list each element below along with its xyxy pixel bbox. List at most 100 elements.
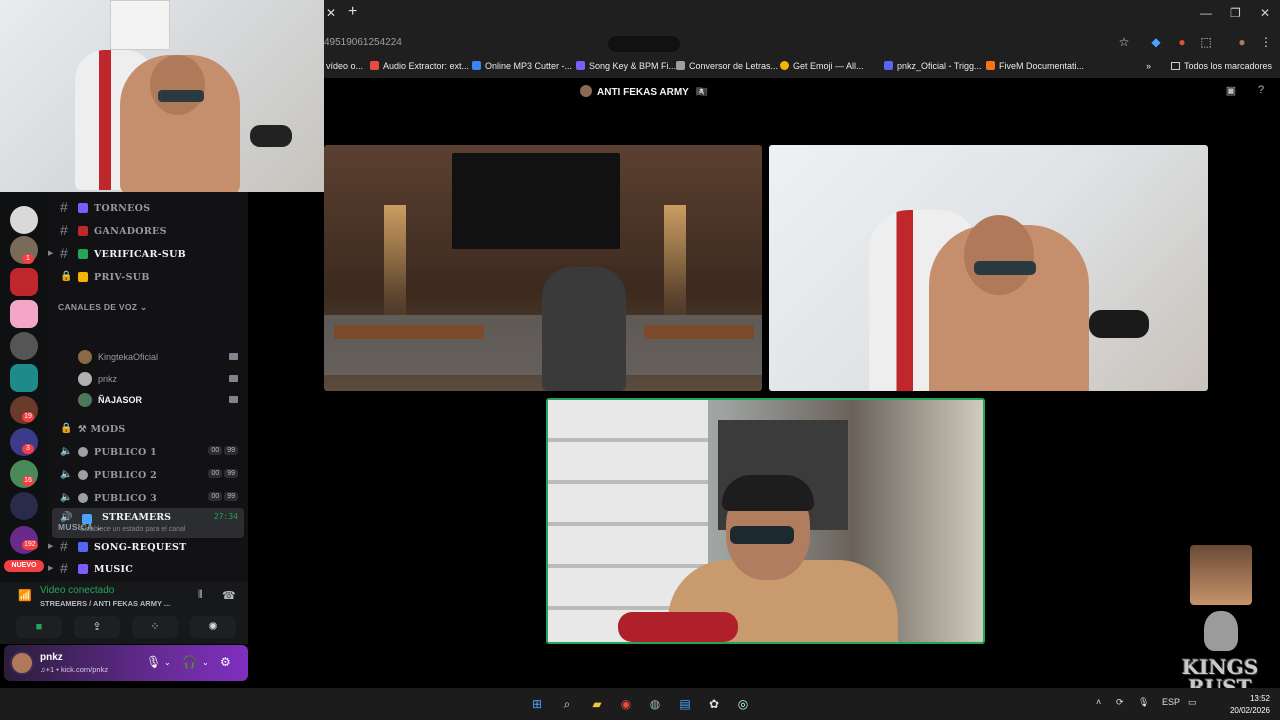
glasses-image [974, 261, 1036, 275]
new-tab-icon[interactable]: + [348, 3, 357, 21]
chevron-down-icon[interactable]: ⌄ [202, 658, 209, 667]
channel-ganadores[interactable]: # GANADORES [56, 221, 244, 241]
network-icon[interactable]: ▭ [1188, 697, 1197, 708]
bookmark-item[interactable]: pnkz_Oficial - Trigg... [884, 61, 982, 71]
chair-image [542, 267, 626, 391]
bookmark-item[interactable]: Online MP3 Cutter -... [472, 61, 572, 71]
video-tile-kingteka[interactable] [324, 145, 762, 391]
voice-channel-publico-1[interactable]: 🔈 PUBLICO 1 00 99 [56, 442, 244, 462]
notification-badge: 1 [22, 254, 34, 264]
bookmark-item[interactable]: vídeo o... [326, 61, 363, 71]
screen-share-button[interactable]: ⇪ [74, 616, 120, 638]
avatar[interactable] [10, 651, 34, 675]
channel-priv-sub[interactable]: 🔒 PRIV-SUB [56, 267, 244, 287]
tray-app-icon[interactable]: ⟳ [1116, 697, 1124, 708]
help-icon[interactable]: ? [1254, 84, 1268, 98]
microphone-image [1089, 310, 1149, 338]
voice-member[interactable]: pnkz [78, 371, 244, 389]
language-indicator[interactable]: ESP [1162, 697, 1180, 707]
minimize-icon[interactable]: — [1200, 6, 1212, 20]
bookmark-item[interactable]: FiveM Documentati... [986, 61, 1084, 71]
category-musica[interactable]: MUSICA ⌄ [58, 522, 103, 533]
extensions-puzzle-icon[interactable]: ⬚ [1198, 34, 1214, 50]
tray-mic-icon[interactable]: 🎙 [1138, 697, 1149, 708]
server-icon[interactable] [10, 300, 38, 328]
tray-overflow-icon[interactable]: ˄ [1096, 697, 1101, 707]
table-image [334, 325, 484, 339]
server-icon[interactable] [10, 268, 38, 296]
mods-label: ⚒ MODS [78, 424, 126, 435]
camera-toggle-button[interactable]: ■ [16, 616, 62, 638]
category-canales-de-voz[interactable]: CANALES DE VOZ ⌄ [58, 302, 147, 313]
close-window-icon[interactable]: ✕ [1260, 6, 1270, 20]
app-icon[interactable]: ◎ [734, 695, 752, 713]
bookmark-item[interactable]: Song Key & BPM Fi... [576, 61, 676, 71]
clock[interactable]: 13:52 20/02/2026 [1230, 693, 1270, 717]
microphone-icon[interactable]: 🎙 [146, 655, 161, 669]
voice-channel-publico-3[interactable]: 🔈 PUBLICO 3 00 99 [56, 488, 244, 508]
disconnect-icon[interactable]: ☎ [222, 589, 236, 602]
start-icon[interactable]: ⊞ [528, 695, 546, 713]
gear-icon[interactable]: ⚙ [220, 655, 231, 669]
discord-header: ANTI FEKAS ARMY 🏴‍☠️ ▣ ? [322, 80, 1280, 102]
all-bookmarks-link[interactable]: Todos los marcadores [1170, 61, 1272, 71]
avatar [78, 372, 92, 386]
bookmarks-bar: vídeo o... Audio Extractor: ext... Onlin… [322, 56, 1280, 78]
channel-music[interactable]: ▶ # MUSIC [48, 559, 244, 579]
soundboard-button[interactable]: ✺ [190, 616, 236, 638]
profile-avatar-icon[interactable]: ● [1234, 34, 1250, 50]
file-explorer-icon[interactable]: ▰ [588, 695, 606, 713]
video-tile-pnkz[interactable] [769, 145, 1208, 391]
bookmarks-overflow-icon[interactable]: » [1146, 61, 1151, 71]
channel-emoji-icon [78, 249, 88, 259]
chevron-down-icon[interactable]: ⌄ [164, 658, 171, 667]
channel-mods[interactable]: 🔒 ⚒ MODS [56, 419, 244, 439]
bookmark-favicon-icon [676, 61, 685, 70]
channel-song-request[interactable]: ▶ # SONG-REQUEST [48, 537, 244, 557]
bookmark-item[interactable]: Conversor de Letras... [676, 61, 778, 71]
activities-button[interactable]: ⁘ [132, 616, 178, 638]
user-limit-badge: 00 99 [206, 469, 238, 478]
voice-member[interactable]: ÑAJASOR [78, 392, 244, 410]
text-channel-icon: # [60, 560, 68, 576]
bookmark-favicon-icon [884, 61, 893, 70]
voice-channel-publico-2[interactable]: 🔈 PUBLICO 2 00 99 [56, 465, 244, 485]
maximize-icon[interactable]: ❐ [1230, 6, 1241, 20]
server-icon[interactable] [10, 364, 38, 392]
flag-icon: 🏴‍☠️ [695, 87, 708, 98]
app-icon[interactable]: ✿ [705, 695, 723, 713]
notepad-icon[interactable]: ▤ [676, 695, 694, 713]
bookmark-favicon-icon [370, 61, 379, 70]
headphones-icon[interactable]: 🎧 [182, 655, 197, 669]
noise-suppression-icon[interactable]: ⫴ [198, 589, 203, 602]
camera-icon [229, 353, 238, 360]
server-icon[interactable] [10, 332, 38, 360]
extension-icon[interactable]: ● [1174, 34, 1190, 50]
voice-member[interactable]: KingtekaOficial [78, 349, 244, 367]
avatar [78, 393, 92, 407]
server-icon[interactable] [10, 206, 38, 234]
steam-icon[interactable]: ◍ [646, 695, 664, 713]
extension-icon[interactable]: ◆ [1148, 34, 1164, 50]
new-badge[interactable]: NUEVO [4, 560, 44, 572]
voice-status[interactable]: Video conectado [40, 585, 114, 596]
bookmark-item[interactable]: Get Emoji — All... [780, 61, 864, 71]
username[interactable]: pnkz [40, 652, 63, 663]
bookmark-favicon-icon [780, 61, 789, 70]
search-icon[interactable]: ⌕ [558, 695, 576, 713]
channel-verificar-sub[interactable]: ▶ # VERIFICAR-SUB [48, 244, 244, 264]
signal-icon[interactable]: 📶 [18, 589, 32, 602]
bookmark-favicon-icon [472, 61, 481, 70]
video-tile-najasor-speaking[interactable] [546, 398, 985, 644]
channel-torneos[interactable]: # TORNEOS [56, 198, 244, 218]
bookmark-star-icon[interactable]: ☆ [1116, 34, 1132, 50]
bookmark-item[interactable]: Audio Extractor: ext... [370, 61, 469, 71]
voice-channel-path[interactable]: STREAMERS / ANTI FEKAS ARMY ... [40, 599, 170, 608]
tab-close-icon[interactable]: ✕ [326, 6, 336, 20]
server-icon[interactable] [10, 492, 38, 520]
chrome-icon[interactable]: ◉ [617, 695, 635, 713]
emote-overlay-image [1190, 545, 1252, 605]
notification-badge: 192 [22, 540, 38, 550]
browser-menu-icon[interactable]: ⋮ [1258, 34, 1274, 50]
popout-icon[interactable]: ▣ [1224, 84, 1238, 98]
